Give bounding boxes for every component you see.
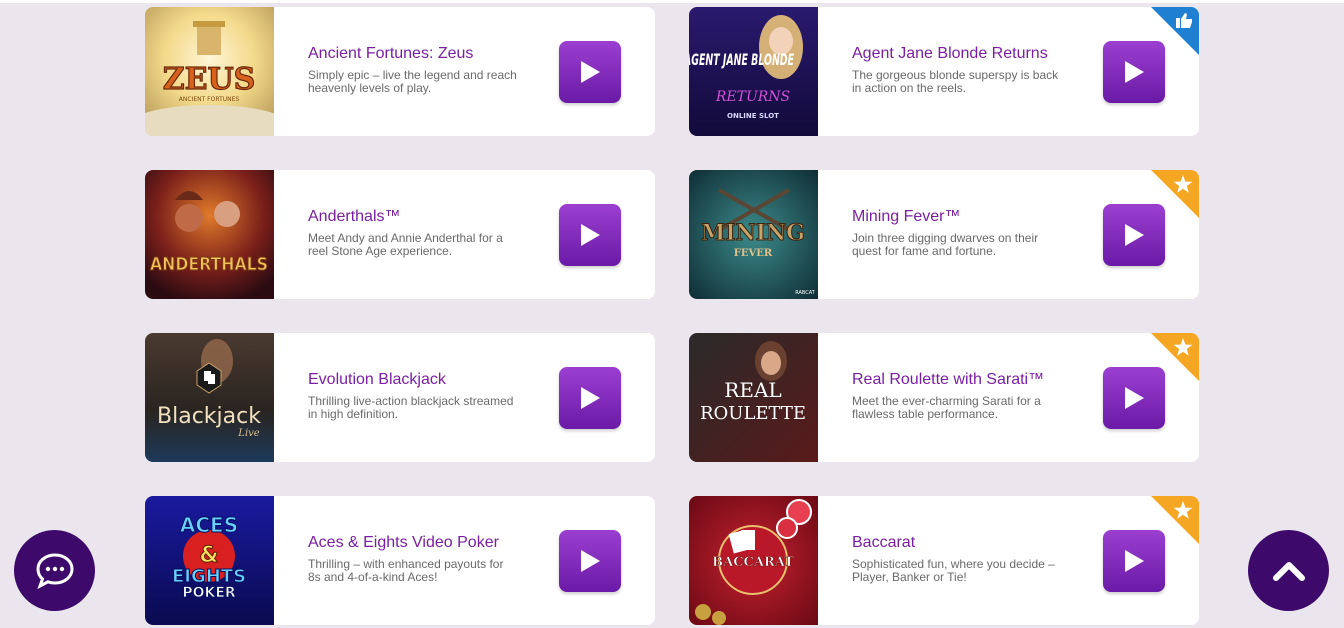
game-description: Sophisticated fun, where you decide – Pl… xyxy=(852,557,1055,584)
chevron-up-icon xyxy=(1272,561,1305,581)
svg-text:FEVER: FEVER xyxy=(734,248,773,259)
play-button[interactable] xyxy=(559,41,621,103)
game-title[interactable]: Baccarat xyxy=(852,532,1062,554)
game-description: Thrilling live-action blackjack streamed… xyxy=(308,394,514,421)
game-title[interactable]: Anderthals™ xyxy=(308,206,518,228)
thumb-title: Blackjack xyxy=(157,404,261,429)
game-description: Thrilling – with enhanced payouts for 8s… xyxy=(308,557,504,584)
play-icon xyxy=(581,61,600,83)
thumbs-up-badge xyxy=(1151,7,1199,55)
game-description: Meet Andy and Annie Anderthal for a reel… xyxy=(308,231,503,258)
game-card[interactable]: BACCARAT Baccarat Sophisticated fun, whe… xyxy=(689,496,1199,625)
svg-text:Live: Live xyxy=(237,428,259,439)
thumb-title: MINING xyxy=(701,220,805,246)
svg-text:&: & xyxy=(199,543,218,568)
aces-eights-thumbnail[interactable]: ACES & EIGHTS POKER xyxy=(145,496,274,625)
play-icon xyxy=(581,550,600,572)
thumb-title: BACCARAT xyxy=(712,555,794,570)
game-description: Simply epic – live the legend and reach … xyxy=(308,68,517,95)
svg-text:RABCAT: RABCAT xyxy=(795,290,816,296)
game-title[interactable]: Real Roulette with Sarati™ xyxy=(852,369,1062,391)
svg-text:ANCIENT FORTUNES: ANCIENT FORTUNES xyxy=(179,96,240,103)
game-description: Meet the ever-charming Sarati for a flaw… xyxy=(852,394,1041,421)
game-card[interactable]: REAL ROULETTE Real Roulette with Sarati™… xyxy=(689,333,1199,462)
chat-bubble-icon xyxy=(35,552,74,589)
chat-button[interactable] xyxy=(14,530,95,611)
game-title[interactable]: Ancient Fortunes: Zeus xyxy=(308,43,518,65)
play-icon xyxy=(1125,61,1144,83)
thumb-title: ZEUS xyxy=(163,62,256,97)
game-card[interactable]: ZEUS ANCIENT FORTUNES Ancient Fortunes: … xyxy=(145,7,655,136)
game-card[interactable]: MINING FEVER RABCAT Mining Fever™ Join t… xyxy=(689,170,1199,299)
thumb-title: REAL xyxy=(724,378,781,402)
game-card[interactable]: Blackjack Live Evolution Blackjack Thril… xyxy=(145,333,655,462)
svg-text:RETURNS: RETURNS xyxy=(715,89,790,105)
thumb-title: ANDERTHALS xyxy=(150,254,268,275)
game-title[interactable]: Mining Fever™ xyxy=(852,206,1062,228)
game-card[interactable]: ACES & EIGHTS POKER Aces & Eights Video … xyxy=(145,496,655,625)
zeus-thumbnail[interactable]: ZEUS ANCIENT FORTUNES xyxy=(145,7,274,136)
featured-badge xyxy=(1151,333,1199,381)
svg-text:ROULETTE: ROULETTE xyxy=(700,403,806,424)
real-roulette-thumbnail[interactable]: REAL ROULETTE xyxy=(689,333,818,462)
featured-badge xyxy=(1151,496,1199,544)
svg-text:POKER: POKER xyxy=(182,585,236,601)
play-icon xyxy=(581,224,600,246)
game-description: Join three digging dwarves on their ques… xyxy=(852,231,1039,258)
play-button[interactable] xyxy=(559,204,621,266)
game-title[interactable]: Aces & Eights Video Poker xyxy=(308,532,518,554)
agent-jane-blonde-thumbnail[interactable]: AGENT JANE BLONDE RETURNS ONLINE SLOT xyxy=(689,7,818,136)
blackjack-thumbnail[interactable]: Blackjack Live xyxy=(145,333,274,462)
top-strip xyxy=(0,0,1344,3)
game-title[interactable]: Evolution Blackjack xyxy=(308,369,518,391)
baccarat-thumbnail[interactable]: BACCARAT xyxy=(689,496,818,625)
game-title[interactable]: Agent Jane Blonde Returns xyxy=(852,43,1062,65)
play-icon xyxy=(1125,550,1144,572)
play-button[interactable] xyxy=(559,530,621,592)
play-icon xyxy=(581,387,600,409)
thumb-title: AGENT JANE BLONDE xyxy=(689,50,794,69)
game-description: The gorgeous blonde superspy is back in … xyxy=(852,68,1059,95)
scroll-top-button[interactable] xyxy=(1248,530,1329,611)
svg-text:ONLINE SLOT: ONLINE SLOT xyxy=(727,112,779,120)
mining-fever-thumbnail[interactable]: MINING FEVER RABCAT xyxy=(689,170,818,299)
svg-text:EIGHTS: EIGHTS xyxy=(172,566,246,587)
game-card[interactable]: AGENT JANE BLONDE RETURNS ONLINE SLOT Ag… xyxy=(689,7,1199,136)
play-icon xyxy=(1125,387,1144,409)
play-icon xyxy=(1125,224,1144,246)
thumb-title: ACES xyxy=(180,513,238,537)
anderthals-thumbnail[interactable]: ANDERTHALS xyxy=(145,170,274,299)
featured-badge xyxy=(1151,170,1199,218)
play-button[interactable] xyxy=(559,367,621,429)
game-card[interactable]: ANDERTHALS Anderthals™ Meet Andy and Ann… xyxy=(145,170,655,299)
game-grid: ZEUS ANCIENT FORTUNES Ancient Fortunes: … xyxy=(145,7,1199,625)
